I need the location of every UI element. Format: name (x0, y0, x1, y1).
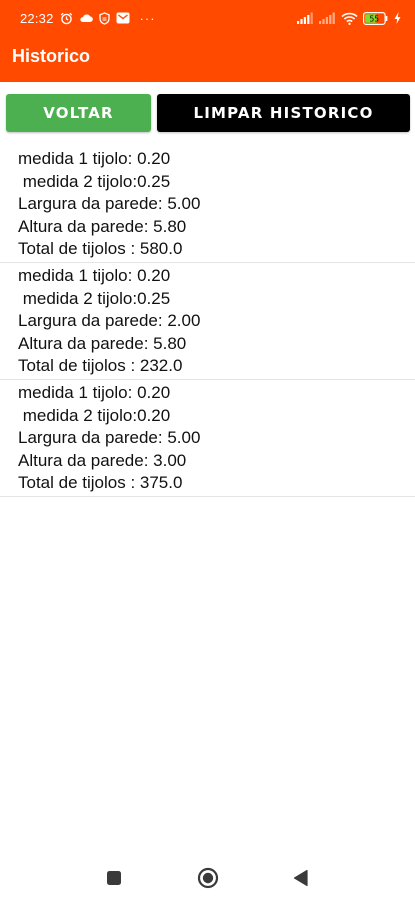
action-buttons: VOLTAR LIMPAR HISTORICO (6, 94, 410, 132)
medida-2-text: medida 2 tijolo:0.25 (18, 288, 171, 308)
more-notifications-icon: ··· (139, 10, 156, 26)
largura-text: Largura da parede: 5.00 (18, 428, 201, 448)
medida-1-text: medida 1 tijolo: 0.20 (18, 383, 171, 402)
altura-text: Altura da parede: 3.00 (18, 450, 187, 470)
status-time: 22:32 (20, 10, 54, 26)
voltar-button[interactable]: VOLTAR (6, 94, 151, 132)
history-list: medida 1 tijolo: 0.20 medida 2 tijolo:0.… (0, 146, 415, 497)
signal-icon-2 (319, 12, 336, 24)
home-icon[interactable] (196, 866, 220, 890)
medida-2-text: medida 2 tijolo:0.20 (18, 405, 171, 425)
signal-icon-1 (297, 12, 314, 24)
alarm-icon (60, 12, 73, 25)
page-title: Historico (12, 46, 91, 66)
medida-1-text: medida 1 tijolo: 0.20 (18, 266, 171, 285)
charging-icon (394, 12, 401, 24)
system-nav-bar (0, 852, 415, 898)
history-entry[interactable]: medida 1 tijolo: 0.20 medida 2 tijolo:0.… (0, 146, 415, 263)
total-text: Total de tijolos : 232.0 (18, 356, 183, 376)
battery-icon: 55 (363, 11, 389, 25)
total-text: Total de tijolos : 375.0 (18, 473, 183, 493)
altura-text: Altura da parede: 5.80 (18, 216, 187, 236)
battery-level: 55 (370, 14, 380, 23)
shield-icon (98, 11, 110, 25)
history-entry[interactable]: medida 1 tijolo: 0.20 medida 2 tijolo:0.… (0, 263, 415, 380)
total-text: Total de tijolos : 580.0 (18, 239, 183, 259)
largura-text: Largura da parede: 2.00 (18, 311, 201, 331)
app-bar: 22:32 ··· 55 Historico (0, 0, 415, 82)
limpar-historico-button[interactable]: LIMPAR HISTORICO (157, 94, 410, 132)
wifi-icon (341, 12, 358, 25)
back-icon[interactable] (289, 866, 313, 890)
recents-icon[interactable] (102, 866, 126, 890)
largura-text: Largura da parede: 5.00 (18, 194, 201, 214)
medida-2-text: medida 2 tijolo:0.25 (18, 171, 171, 191)
status-bar: 22:32 ··· 55 (0, 0, 415, 36)
cloud-icon (79, 13, 93, 23)
medida-1-text: medida 1 tijolo: 0.20 (18, 149, 171, 168)
mail-icon (116, 12, 130, 24)
altura-text: Altura da parede: 5.80 (18, 333, 187, 353)
history-entry[interactable]: medida 1 tijolo: 0.20 medida 2 tijolo:0.… (0, 380, 415, 497)
